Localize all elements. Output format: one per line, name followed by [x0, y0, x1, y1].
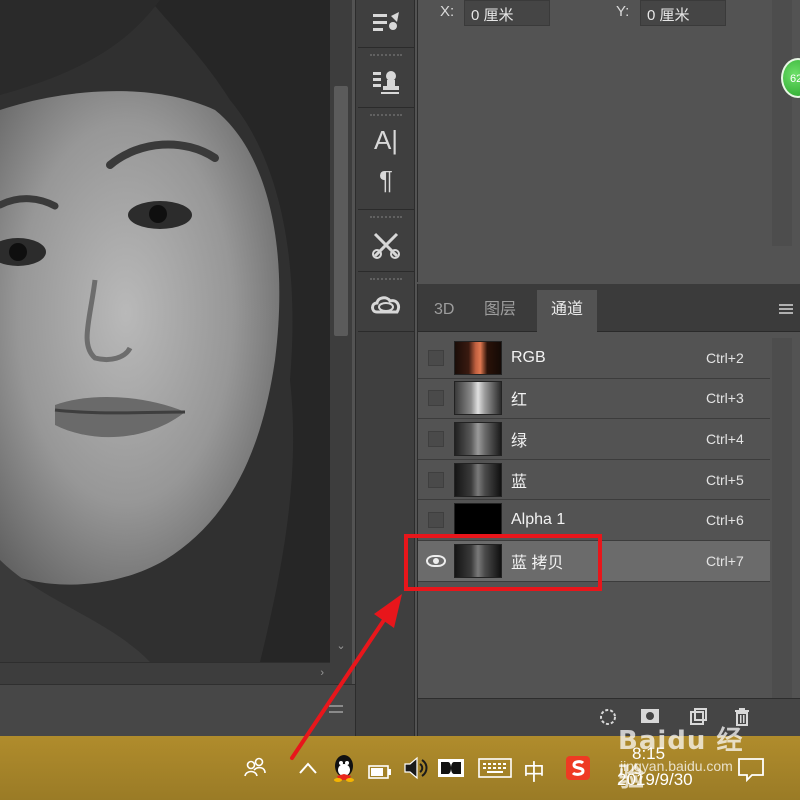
- channel-name: Alpha 1: [511, 511, 566, 529]
- notification-icon[interactable]: [738, 758, 764, 788]
- new-channel-icon[interactable]: [688, 708, 708, 726]
- channel-name: 绿: [511, 432, 528, 450]
- channel-shortcut: Ctrl+3: [706, 390, 744, 407]
- grip-icon[interactable]: [329, 705, 343, 713]
- tab-channels[interactable]: 通道: [537, 290, 598, 332]
- chevron-right-icon[interactable]: ›: [320, 667, 324, 679]
- visibility-toggle[interactable]: [418, 338, 454, 378]
- paragraph-icon[interactable]: ¶: [358, 161, 414, 199]
- save-selection-icon[interactable]: [640, 708, 660, 726]
- scroll-thumb[interactable]: [334, 86, 348, 336]
- tool-group-cloud: [358, 274, 414, 332]
- chevron-down-icon[interactable]: ⌄: [334, 639, 348, 652]
- channel-name: RGB: [511, 348, 546, 366]
- channel-row[interactable]: RGB Ctrl+2: [418, 338, 770, 379]
- ime-indicator[interactable]: 中: [523, 755, 545, 787]
- character-icon[interactable]: A|: [358, 119, 414, 161]
- clock-date[interactable]: 2019/9/30: [617, 770, 693, 790]
- keyboard-icon[interactable]: [478, 758, 512, 784]
- x-label: X:: [440, 3, 455, 20]
- panel-menu-icon[interactable]: [779, 304, 793, 314]
- channel-thumbnail: [454, 340, 502, 375]
- tab-layers[interactable]: 图层: [470, 290, 530, 332]
- portrait-photo: [0, 0, 330, 662]
- channels-panel-footer: [418, 698, 800, 736]
- brush-settings-icon[interactable]: [358, 0, 414, 44]
- people-icon[interactable]: [244, 756, 266, 784]
- status-bar: [0, 684, 355, 736]
- tool-presets-icon[interactable]: [358, 221, 414, 269]
- panel-tabs: 3D 图层 通道: [418, 284, 800, 332]
- info-scrollbar[interactable]: [772, 0, 792, 246]
- channel-shortcut: Ctrl+2: [706, 349, 744, 366]
- tool-group-clone: [358, 50, 414, 108]
- channel-row[interactable]: 绿 Ctrl+4: [418, 419, 770, 460]
- scroll-corner: [330, 662, 352, 684]
- info-panel: X: 0 厘米 Y: 0 厘米: [417, 0, 800, 282]
- document-canvas[interactable]: [0, 0, 330, 662]
- channel-thumbnail: [454, 421, 502, 456]
- windows-taskbar: 中 8:15 2019/9/30: [0, 736, 800, 800]
- tool-group-brush: [358, 0, 414, 48]
- y-field[interactable]: 0 厘米: [640, 0, 726, 26]
- creative-cloud-icon[interactable]: [358, 283, 414, 327]
- panel-dock-column: A| ¶: [355, 0, 415, 736]
- horizontal-scrollbar[interactable]: ›: [0, 662, 330, 684]
- x-field[interactable]: 0 厘米: [464, 0, 550, 26]
- clone-source-icon[interactable]: [358, 59, 414, 105]
- sogou-icon[interactable]: [566, 756, 590, 786]
- channel-thumbnail: [454, 381, 502, 416]
- channel-list-scrollbar[interactable]: [772, 338, 792, 698]
- dolby-icon[interactable]: [438, 759, 464, 783]
- y-label: Y:: [616, 3, 630, 20]
- channel-row[interactable]: 蓝 Ctrl+5: [418, 460, 770, 501]
- channels-panel: 3D 图层 通道 RGB Ctrl+2 红 Ctrl+3 绿 Ctrl+4 蓝 Ctrl+5 A…: [417, 284, 800, 736]
- channel-thumbnail: [454, 503, 502, 538]
- qq-icon[interactable]: [332, 754, 356, 788]
- channel-thumbnail: [454, 462, 502, 497]
- tool-group-presets: [358, 212, 414, 272]
- load-selection-icon[interactable]: [598, 708, 618, 726]
- visibility-toggle[interactable]: [418, 378, 454, 418]
- battery-icon[interactable]: [368, 762, 392, 785]
- delete-channel-icon[interactable]: [732, 708, 752, 726]
- channel-shortcut: Ctrl+4: [706, 430, 744, 447]
- channel-shortcut: Ctrl+7: [706, 552, 744, 569]
- visibility-toggle[interactable]: [418, 419, 454, 459]
- channel-shortcut: Ctrl+6: [706, 512, 744, 529]
- volume-icon[interactable]: [403, 756, 429, 786]
- vertical-scrollbar[interactable]: ⌄: [330, 0, 352, 662]
- visibility-toggle[interactable]: [418, 460, 454, 500]
- tool-group-type: A| ¶: [358, 110, 414, 210]
- highlight-box: [404, 534, 602, 591]
- clock-time[interactable]: 8:15: [632, 744, 665, 764]
- channel-shortcut: Ctrl+5: [706, 471, 744, 488]
- channel-name: 蓝: [511, 473, 528, 491]
- channel-name: 红: [511, 392, 528, 410]
- tab-3d[interactable]: 3D: [420, 290, 468, 332]
- channel-row[interactable]: 红 Ctrl+3: [418, 379, 770, 420]
- chevron-up-icon[interactable]: [298, 758, 318, 781]
